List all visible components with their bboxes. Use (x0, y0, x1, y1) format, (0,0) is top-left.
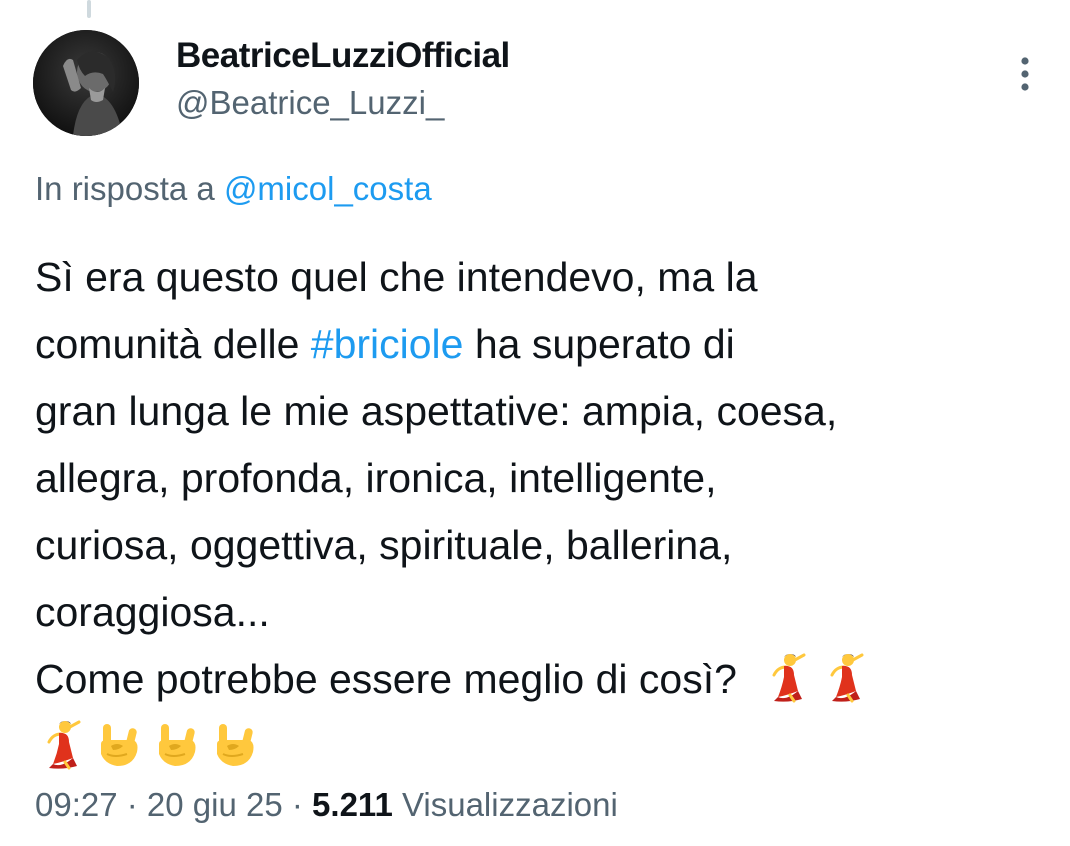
tweet-line: allegra, profonda, ironica, intelligente… (35, 455, 717, 501)
author-display-name[interactable]: BeatriceLuzziOfficial (176, 36, 510, 76)
tweet-line: Sì era questo quel che intendevo, ma la (35, 254, 758, 300)
tweet-text-segment: Come potrebbe essere meglio di così? (35, 656, 737, 702)
rock-on-hand-emoji (159, 724, 196, 766)
tweet-time[interactable]: 09:27 (35, 786, 118, 823)
reply-prefix: In risposta a (35, 170, 224, 207)
views-count: 5.211 (312, 786, 393, 823)
tweet-line: gran lunga le mie aspettative: ampia, co… (35, 388, 838, 434)
reply-context: In risposta a @micol_costa (35, 170, 432, 208)
dancing-woman-emoji (830, 653, 864, 703)
dancing-woman-emoji (772, 653, 806, 703)
tweet-text-segment: comunità delle (35, 321, 311, 367)
dancing-woman-emoji (47, 720, 81, 770)
tweet-line: coraggiosa... (35, 589, 270, 635)
avatar[interactable] (33, 30, 139, 136)
author-handle[interactable]: @Beatrice_Luzzi_ (176, 84, 444, 122)
profile-photo-icon (33, 30, 139, 136)
meta-separator: · (117, 786, 147, 823)
tweet-text-segment: ha superato di (463, 321, 735, 367)
hashtag-link[interactable]: #briciole (311, 321, 464, 367)
meta-separator: · (282, 786, 313, 823)
tweet-line: comunità delle #briciole ha superato di (35, 311, 1045, 378)
tweet-line: curiosa, oggettiva, spirituale, ballerin… (35, 522, 733, 568)
tweet-date[interactable]: 20 giu 25 (147, 786, 283, 823)
vertical-ellipsis-icon (1021, 57, 1029, 91)
tweet-meta: 09:27 · 20 giu 25 · 5.211 Visualizzazion… (35, 786, 618, 824)
rock-on-hand-emoji (217, 724, 254, 766)
tweet-text: Sì era questo quel che intendevo, ma la … (35, 244, 1045, 780)
views-label: Visualizzazioni (392, 786, 618, 823)
tweet-line: Come potrebbe essere meglio di così? (35, 646, 1045, 713)
reply-mention-link[interactable]: @micol_costa (224, 170, 432, 207)
rock-on-hand-emoji (101, 724, 138, 766)
more-options-button[interactable] (1008, 52, 1042, 96)
thread-connector-line (87, 0, 91, 18)
emoji-line (35, 713, 1045, 780)
